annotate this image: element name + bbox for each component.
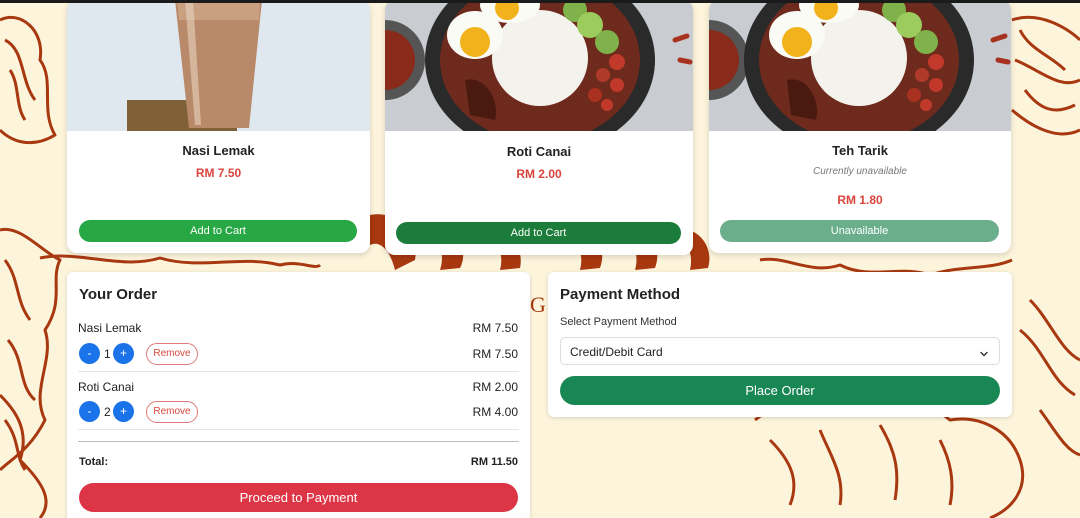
menu-card-teh-tarik: Teh Tarik Currently unavailable RM 1.80 … xyxy=(709,0,1011,253)
divider xyxy=(78,371,519,372)
increase-quantity-button[interactable]: + xyxy=(113,401,134,422)
order-item-line-total: RM 4.00 xyxy=(472,405,518,419)
add-to-cart-button[interactable]: Add to Cart xyxy=(396,222,681,244)
order-item-line-total: RM 7.50 xyxy=(472,347,518,361)
menu-item-price: RM 7.50 xyxy=(195,166,242,180)
top-strip xyxy=(0,0,1080,3)
menu-item-price: RM 2.00 xyxy=(516,167,562,181)
decrease-quantity-button[interactable]: - xyxy=(79,401,100,422)
order-item-name: Roti Canai xyxy=(78,380,135,394)
proceed-to-payment-button[interactable]: Proceed to Payment xyxy=(79,483,518,512)
total-divider xyxy=(78,441,519,442)
remove-item-button[interactable]: Remove xyxy=(146,401,198,423)
place-order-button[interactable]: Place Order xyxy=(560,376,1000,405)
decrease-quantity-button[interactable]: - xyxy=(79,343,100,364)
payment-select-label: Select Payment Method xyxy=(560,316,677,328)
remove-item-button[interactable]: Remove xyxy=(146,343,198,365)
menu-item-name: Teh Tarik xyxy=(832,143,888,158)
order-panel: Your Order Nasi Lemak RM 7.50 - 1 + Remo… xyxy=(67,272,530,518)
order-item-unit-price: RM 7.50 xyxy=(472,321,518,335)
quantity-value: 2 xyxy=(104,405,111,419)
total-label: Total: xyxy=(79,456,109,468)
food-image xyxy=(709,0,1011,131)
unavailable-note: Currently unavailable xyxy=(813,166,907,177)
food-image xyxy=(67,0,370,131)
menu-card-roti-canai: Roti Canai RM 2.00 Add to Cart xyxy=(385,0,693,255)
increase-quantity-button[interactable]: + xyxy=(113,343,134,364)
quantity-value: 1 xyxy=(104,347,111,361)
unavailable-button[interactable]: Unavailable xyxy=(720,220,999,242)
total-value: RM 11.50 xyxy=(470,456,518,468)
order-item-name: Nasi Lemak xyxy=(78,321,142,335)
menu-card-nasi-lemak: Nasi Lemak RM 7.50 Add to Cart xyxy=(67,0,370,253)
background-lettering: G xyxy=(530,292,546,317)
order-title: Your Order xyxy=(79,286,158,303)
menu-item-price: RM 1.80 xyxy=(837,193,883,207)
order-item-unit-price: RM 2.00 xyxy=(472,380,518,394)
add-to-cart-button[interactable]: Add to Cart xyxy=(79,220,357,242)
menu-item-name: Nasi Lemak xyxy=(182,143,255,158)
payment-method-select[interactable]: Credit/Debit Card xyxy=(560,337,1000,365)
chevron-down-icon xyxy=(979,346,989,357)
selected-payment-method: Credit/Debit Card xyxy=(570,345,663,359)
divider xyxy=(78,429,519,430)
food-image xyxy=(385,0,693,131)
payment-panel: Payment Method Select Payment Method Cre… xyxy=(548,272,1012,417)
payment-title: Payment Method xyxy=(560,286,681,303)
menu-item-name: Roti Canai xyxy=(506,144,572,159)
